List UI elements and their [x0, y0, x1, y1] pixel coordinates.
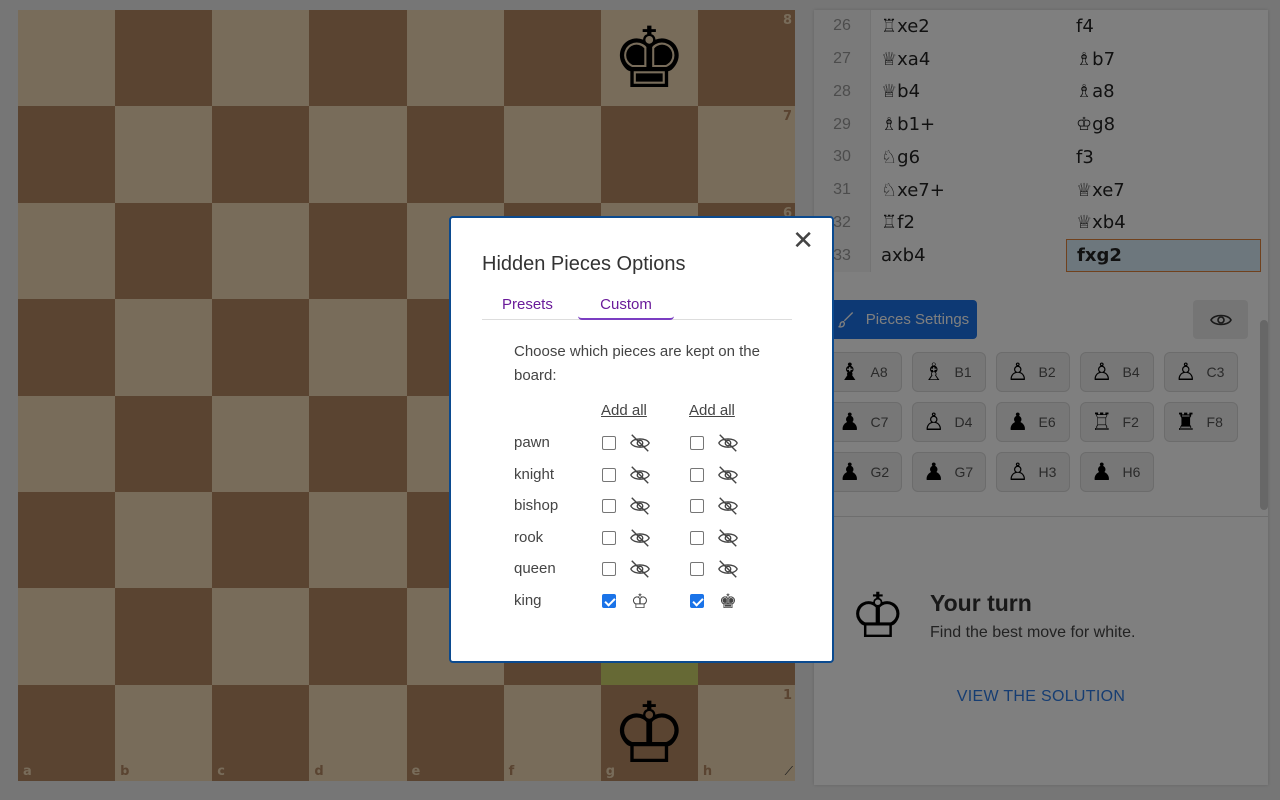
white-rook-checkbox[interactable] [602, 530, 616, 545]
eye-off-icon [628, 494, 652, 518]
eye-off-icon [628, 463, 652, 487]
tab-custom[interactable]: Custom [578, 296, 674, 320]
white-knight-checkbox[interactable] [602, 467, 616, 482]
add-all-white-link[interactable]: Add all [601, 402, 647, 419]
eye-off-icon [716, 557, 740, 581]
eye-off-icon [716, 463, 740, 487]
piece-name: pawn [514, 434, 550, 451]
eye-off-icon [628, 526, 652, 550]
eye-off-icon [628, 431, 652, 455]
eye-off-icon [716, 526, 740, 550]
piece-name: king [514, 592, 542, 609]
hidden-pieces-modal: ✕ Hidden Pieces Options Presets Custom C… [449, 216, 834, 663]
piece-row-king: king ♔ ♚ [514, 589, 814, 613]
add-all-black-link[interactable]: Add all [689, 402, 735, 419]
piece-row-knight: knight [514, 463, 814, 487]
black-knight-checkbox[interactable] [690, 467, 704, 482]
black-king-checkbox[interactable] [690, 594, 704, 608]
black-pawn-checkbox[interactable] [690, 436, 704, 450]
close-icon[interactable]: ✕ [792, 228, 814, 254]
piece-row-bishop: bishop [514, 494, 814, 518]
white-king-checkbox[interactable] [602, 594, 616, 608]
piece-row-queen: queen [514, 557, 814, 581]
modal-tabs: Presets Custom [482, 292, 792, 320]
black-queen-checkbox[interactable] [690, 562, 704, 577]
white-bishop-checkbox[interactable] [602, 499, 616, 514]
black-rook-checkbox[interactable] [690, 530, 704, 545]
piece-name: bishop [514, 497, 559, 515]
piece-name: knight [514, 465, 555, 483]
eye-off-icon [716, 494, 740, 518]
white-pawn-checkbox[interactable] [602, 436, 616, 450]
modal-title: Hidden Pieces Options [482, 253, 686, 275]
piece-row-rook: rook [514, 526, 814, 550]
tab-presets[interactable]: Presets [502, 296, 553, 313]
white-king-icon: ♔ [631, 589, 649, 613]
piece-name: rook [514, 528, 544, 546]
eye-off-icon [628, 557, 652, 581]
eye-off-icon [716, 431, 740, 455]
modal-description: Choose which pieces are kept on the boar… [514, 343, 760, 384]
black-bishop-checkbox[interactable] [690, 499, 704, 514]
black-king-icon: ♚ [719, 589, 737, 613]
white-queen-checkbox[interactable] [602, 562, 616, 577]
piece-row-pawn: pawn [514, 431, 814, 455]
piece-name: queen [514, 560, 556, 578]
